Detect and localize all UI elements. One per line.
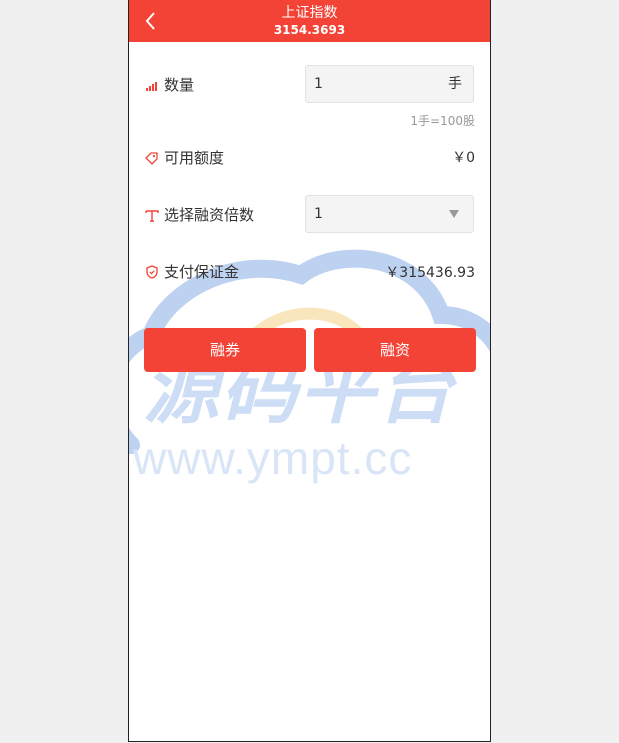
index-value: 3154.3693 <box>273 23 346 37</box>
text-t-icon <box>145 210 159 222</box>
tag-icon <box>145 152 158 165</box>
leverage-select[interactable]: 1 <box>305 195 474 233</box>
short-sell-button[interactable]: 融券 <box>144 328 306 372</box>
phone-screen: 上证指数 3154.3693 源码平台 www.ympt.cc 数量 手 1手=… <box>128 0 491 742</box>
shield-icon <box>146 265 158 279</box>
watermark-url: www.ympt.cc <box>133 432 413 484</box>
available-value: ￥0 <box>452 150 475 166</box>
leverage-selected-value: 1 <box>314 206 323 222</box>
quantity-label: 数量 <box>164 76 195 94</box>
leverage-label: 选择融资倍数 <box>164 206 255 224</box>
quantity-field[interactable]: 手 <box>305 65 474 103</box>
quantity-input[interactable] <box>306 66 444 102</box>
page-title: 上证指数 <box>281 5 338 21</box>
lot-size-hint: 1手=100股 <box>410 114 475 128</box>
margin-label: 支付保证金 <box>164 263 240 281</box>
caret-down-icon <box>449 210 459 218</box>
available-label: 可用额度 <box>164 149 225 167</box>
margin-buy-button[interactable]: 融资 <box>314 328 476 372</box>
header-bar: 上证指数 3154.3693 <box>129 0 490 42</box>
margin-value: ￥315436.93 <box>385 265 475 281</box>
quantity-unit: 手 <box>448 76 462 92</box>
signal-bars-icon <box>146 82 157 91</box>
